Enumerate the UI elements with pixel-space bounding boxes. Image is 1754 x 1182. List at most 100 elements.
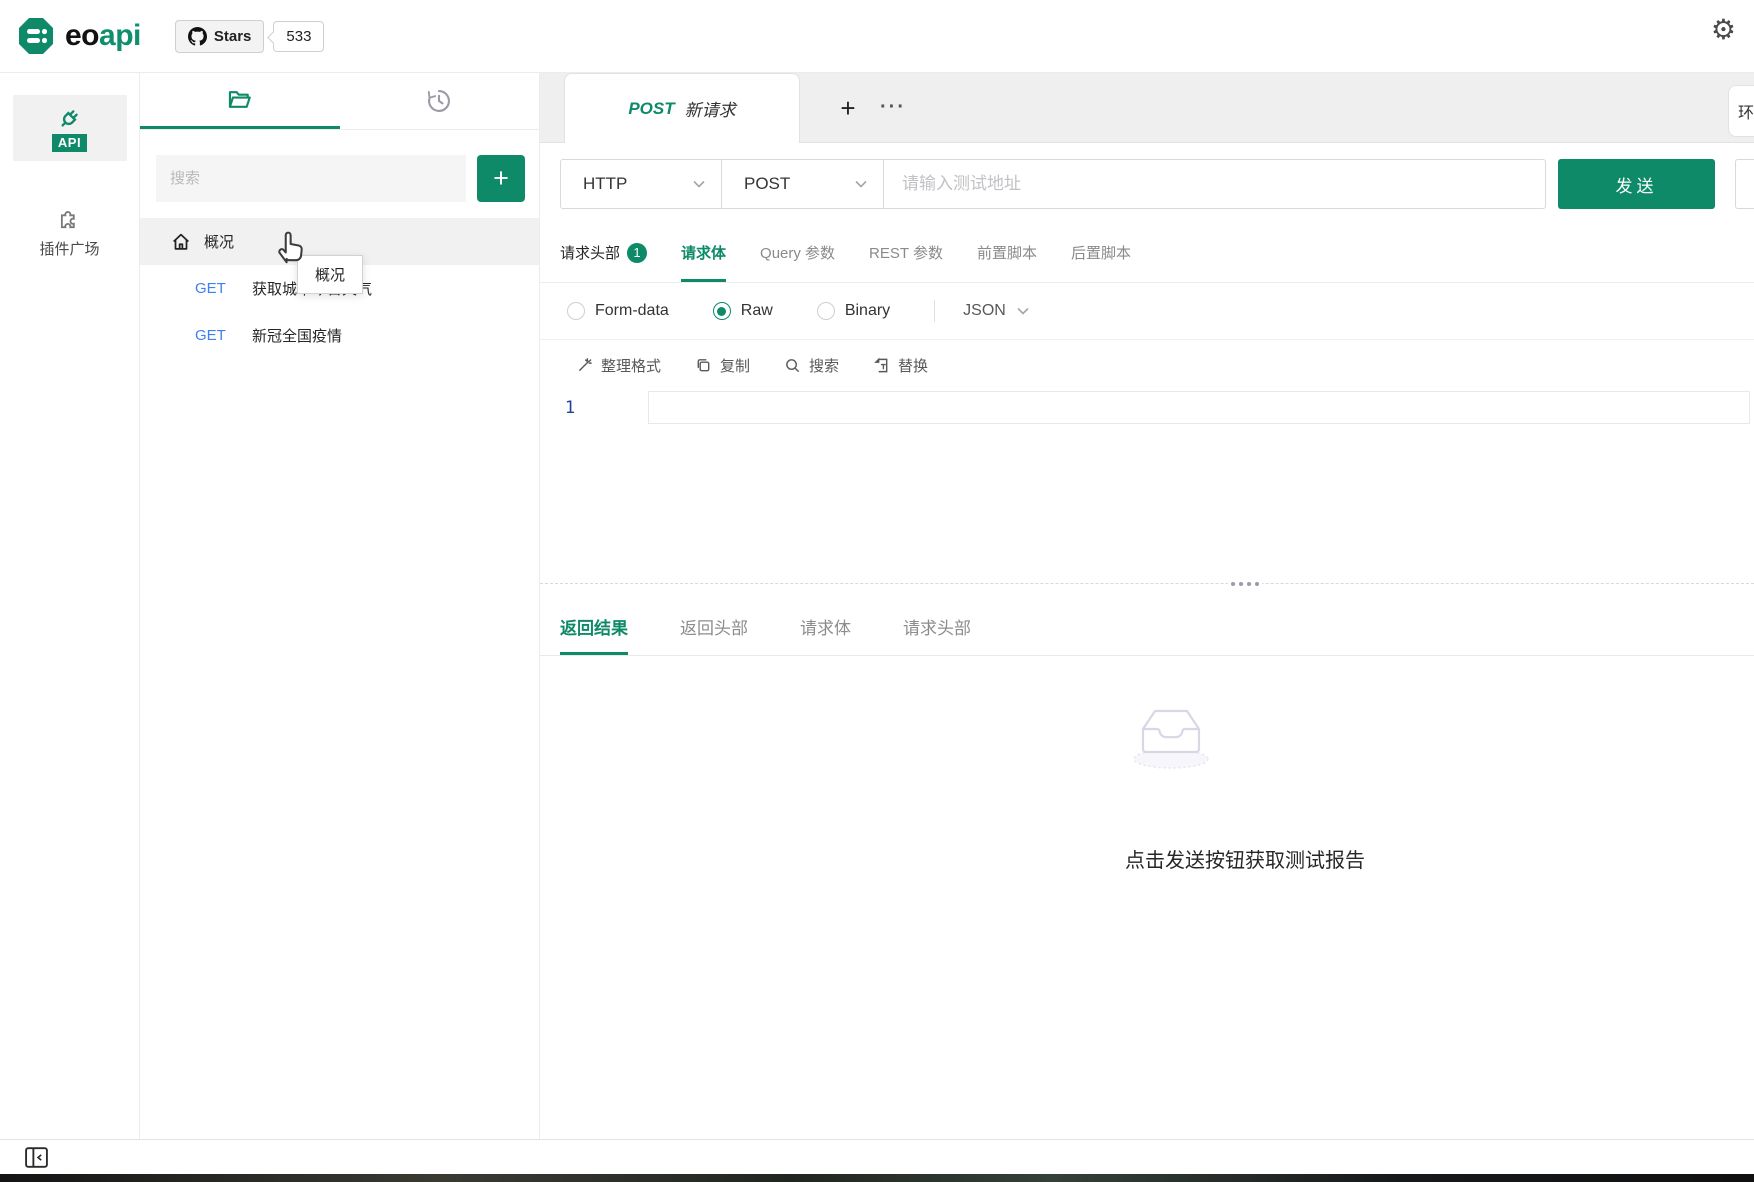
toolbar-label: 复制	[720, 358, 751, 375]
bottom-dark-strip	[0, 1174, 1754, 1182]
rail-plugins-label: 插件广场	[39, 241, 100, 258]
tab-method: POST	[628, 98, 675, 118]
plug-icon	[60, 110, 78, 127]
method-value: POST	[744, 174, 791, 193]
empty-inbox-icon	[1133, 709, 1209, 769]
explorer-tabs	[140, 73, 539, 130]
url-input[interactable]	[884, 159, 1546, 209]
new-tab-button[interactable]: +	[830, 95, 866, 121]
editor-content[interactable]: 1	[540, 391, 1754, 425]
tree-item-label: 概况	[204, 234, 235, 251]
raw-format-select[interactable]: JSON	[963, 302, 1029, 320]
toolbar-label: 整理格式	[601, 358, 662, 375]
tab-label: 返回头部	[680, 619, 748, 638]
request-config-tabs: 请求头部 1 请求体 Query 参数 REST 参数 前置脚本 后置脚本	[540, 223, 1754, 283]
send-button[interactable]: 发送	[1558, 159, 1715, 209]
editor-toolbar: 整理格式 复制 搜索 替换	[540, 340, 1754, 386]
tab-pre-script[interactable]: 前置脚本	[977, 223, 1037, 282]
response-tabs: 返回结果 返回头部 请求体 请求头部	[540, 584, 1754, 656]
puzzle-icon	[60, 211, 75, 229]
rail-item-plugins[interactable]: 插件广场	[0, 205, 139, 259]
logo-wordmark: eoapi	[65, 19, 141, 53]
send-options-button-partial[interactable]	[1735, 159, 1754, 209]
api-explorer-panel: + 概况 GET 获取城市今日天气 GET 新冠全国疫情	[140, 73, 540, 1139]
tab-collection[interactable]	[140, 73, 340, 129]
radio-form-data[interactable]: Form-data	[567, 302, 669, 320]
tab-sent-body[interactable]: 请求体	[800, 584, 851, 655]
empty-state: 点击发送按钮获取测试报告	[1125, 696, 1365, 873]
radio-label: Raw	[740, 302, 773, 319]
request-tab-active[interactable]: POST 新请求	[564, 73, 800, 143]
request-url-row: HTTP POST 发送	[560, 159, 1754, 209]
tab-more-button[interactable]: ···	[880, 96, 906, 119]
tab-label: REST 参数	[869, 245, 943, 262]
chevron-down-icon	[1017, 307, 1029, 315]
logo-text-api: api	[99, 19, 141, 52]
radio-raw[interactable]: Raw	[712, 302, 773, 320]
radio-label: Binary	[844, 302, 891, 319]
tooltip: 概况	[297, 255, 363, 294]
tab-request-headers[interactable]: 请求头部 1	[560, 223, 648, 282]
radio-circle	[567, 302, 585, 320]
tab-label: 返回结果	[560, 619, 628, 638]
tab-label: 后置脚本	[1070, 245, 1131, 262]
logo-text-eo: eo	[65, 19, 100, 52]
status-footer	[0, 1139, 1754, 1174]
toolbar-label: 搜索	[809, 358, 840, 375]
search-input[interactable]	[156, 155, 466, 202]
add-api-button[interactable]: +	[477, 155, 525, 202]
history-clock-icon	[428, 90, 451, 112]
eoapi-window: eoapi Stars 533 ⚙ API 插件广场 搜索 + 概况 GET G…	[0, 0, 1754, 1182]
settings-gear-icon[interactable]: ⚙	[1711, 16, 1736, 44]
replace-icon	[874, 357, 888, 373]
tab-response-result[interactable]: 返回结果	[560, 584, 628, 655]
tab-sent-headers[interactable]: 请求头部	[903, 584, 971, 655]
body-type-row: Form-data Raw Binary JSON	[540, 283, 1754, 339]
copy-button[interactable]: 复制	[695, 355, 750, 376]
search-icon	[786, 359, 800, 373]
rail-item-api[interactable]: API	[12, 95, 127, 161]
response-panel: 返回结果 返回头部 请求体 请求头部 点击发送按钮获取测试报告	[540, 584, 1754, 1139]
replace-button[interactable]: 替换	[873, 355, 928, 376]
tab-label: 请求体	[681, 245, 727, 262]
eoapi-logo: eoapi	[16, 16, 141, 56]
divider	[934, 300, 936, 322]
tab-query-params[interactable]: Query 参数	[760, 223, 835, 282]
collapse-sidebar-icon[interactable]	[24, 1146, 49, 1169]
method-tag: GET	[195, 280, 226, 297]
request-panel: POST 新请求 + ··· 环 HTTP POST 发送 请求	[540, 73, 1754, 584]
top-header: eoapi Stars 533 ⚙	[0, 0, 1754, 73]
copy-icon	[697, 359, 710, 372]
radio-circle	[816, 302, 835, 320]
github-icon	[187, 26, 207, 46]
search-button[interactable]: 搜索	[784, 355, 839, 376]
request-tabstrip: POST 新请求 + ··· 环	[540, 73, 1754, 143]
tab-request-body[interactable]: 请求体	[681, 223, 726, 282]
tab-rest-params[interactable]: REST 参数	[869, 223, 943, 282]
github-stars-label: Stars	[213, 27, 252, 45]
github-stars-count: 533	[273, 20, 325, 52]
active-line-highlight	[648, 391, 1750, 424]
explorer-search-row: +	[140, 130, 539, 202]
tab-label: 请求头部	[560, 245, 621, 262]
environment-tab-partial[interactable]: 环	[1728, 85, 1754, 137]
format-button[interactable]: 整理格式	[576, 355, 661, 376]
tab-label: 请求体	[800, 619, 851, 638]
github-stars-badge[interactable]: Stars 533	[174, 19, 325, 53]
radio-circle	[712, 302, 731, 320]
radio-binary[interactable]: Binary	[816, 302, 891, 320]
headers-count-badge: 1	[627, 242, 648, 263]
method-tag: GET	[195, 327, 226, 344]
chevron-down-icon	[693, 180, 705, 188]
toolbar-label: 替换	[898, 358, 929, 375]
tab-response-headers[interactable]: 返回头部	[680, 584, 748, 655]
tab-history[interactable]	[340, 73, 540, 129]
body-editor: 整理格式 复制 搜索 替换 1	[540, 339, 1754, 425]
panel-splitter[interactable]	[540, 581, 1754, 587]
splitter-handle[interactable]	[1228, 581, 1262, 587]
tree-item-api[interactable]: GET 新冠全国疫情	[140, 312, 539, 359]
tab-post-script[interactable]: 后置脚本	[1071, 223, 1131, 282]
protocol-select[interactable]: HTTP	[560, 159, 722, 209]
method-select[interactable]: POST	[722, 159, 884, 209]
tab-label: 前置脚本	[976, 245, 1037, 262]
